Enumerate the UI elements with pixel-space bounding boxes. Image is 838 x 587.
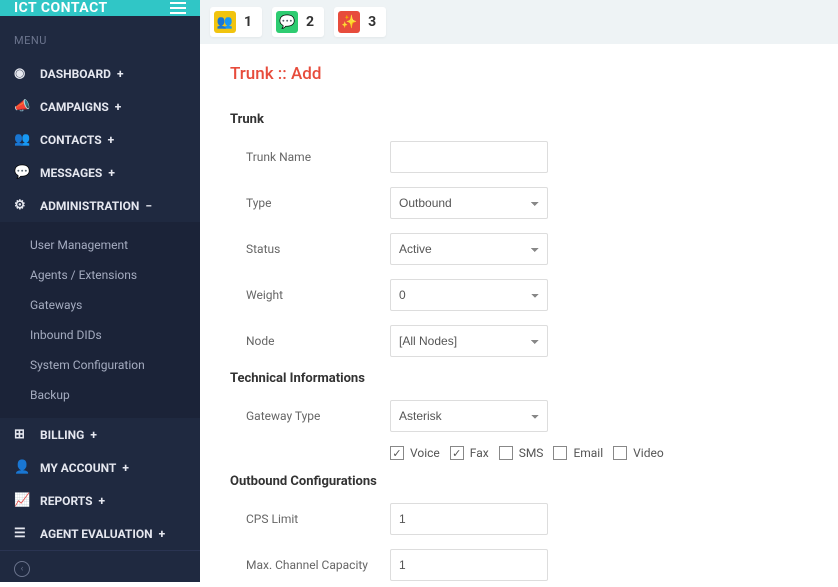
- video-checkbox[interactable]: [613, 446, 627, 460]
- trunk-name-input[interactable]: [390, 141, 548, 173]
- label-gateway-type: Gateway Type: [230, 409, 390, 423]
- wizard-step-1[interactable]: 👥1: [210, 7, 262, 37]
- wizard-step-3[interactable]: ✨3: [334, 7, 386, 37]
- collapse-icon: ‹: [14, 561, 30, 577]
- sub-item-gateways[interactable]: Gateways: [0, 290, 200, 320]
- section-trunk: Trunk: [230, 112, 808, 127]
- label-node: Node: [230, 334, 390, 348]
- label-type: Type: [230, 196, 390, 210]
- brand-title: ICT CONTACT: [14, 0, 108, 16]
- nav-item-dashboard[interactable]: ◉DASHBOARD+: [0, 57, 200, 90]
- billing-icon: ⊞: [14, 427, 32, 442]
- label-cps: CPS Limit: [230, 512, 390, 526]
- section-technical: Technical Informations: [230, 371, 808, 386]
- type-select[interactable]: Outbound: [390, 187, 548, 219]
- brand-bar: ICT CONTACT: [0, 0, 200, 16]
- node-select[interactable]: [All Nodes]: [390, 325, 548, 357]
- reports-icon: 📈: [14, 493, 32, 508]
- topbar: 👥1 💬2 ✨3: [200, 0, 838, 44]
- expand-icon: +: [108, 133, 115, 147]
- expand-icon: −: [145, 199, 152, 213]
- sub-item-agents-extensions[interactable]: Agents / Extensions: [0, 260, 200, 290]
- nav-item-campaigns[interactable]: 📣CAMPAIGNS+: [0, 90, 200, 123]
- status-select[interactable]: Active: [390, 233, 548, 265]
- label-max-channel: Max. Channel Capacity: [230, 558, 390, 572]
- cps-input[interactable]: [390, 503, 548, 535]
- gateway-type-select[interactable]: Asterisk: [390, 400, 548, 432]
- collapse-sidebar[interactable]: ‹: [0, 550, 200, 587]
- wizard-step-2[interactable]: 💬2: [272, 7, 324, 37]
- campaigns-icon: 📣: [14, 99, 32, 114]
- nav-item-messages[interactable]: 💬MESSAGES+: [0, 156, 200, 189]
- hamburger-icon[interactable]: [170, 2, 186, 14]
- messages-icon: 💬: [14, 165, 32, 180]
- expand-icon: +: [90, 428, 97, 442]
- expand-icon: +: [117, 67, 124, 81]
- sub-item-backup[interactable]: Backup: [0, 380, 200, 410]
- expand-icon: +: [108, 166, 115, 180]
- agent evaluation-icon: ☰: [14, 526, 32, 541]
- sidebar: ICT CONTACT MENU ◉DASHBOARD+📣CAMPAIGNS+👥…: [0, 0, 200, 582]
- step-icon: 💬: [276, 11, 298, 33]
- section-outbound: Outbound Configurations: [230, 474, 808, 489]
- dashboard-icon: ◉: [14, 66, 32, 81]
- my account-icon: 👤: [14, 460, 32, 475]
- service-checks: Voice Fax SMS Email Video: [390, 446, 670, 460]
- expand-icon: +: [122, 461, 129, 475]
- expand-icon: +: [99, 494, 106, 508]
- page-title: Trunk :: Add: [230, 64, 808, 84]
- sms-checkbox[interactable]: [499, 446, 513, 460]
- sub-item-user-management[interactable]: User Management: [0, 230, 200, 260]
- content: Trunk :: Add Trunk Trunk Name TypeOutbou…: [200, 44, 838, 582]
- max-channel-input[interactable]: [390, 549, 548, 581]
- menu-label: MENU: [0, 16, 200, 57]
- expand-icon: +: [115, 100, 122, 114]
- label-status: Status: [230, 242, 390, 256]
- sub-item-inbound-dids[interactable]: Inbound DIDs: [0, 320, 200, 350]
- contacts-icon: 👥: [14, 132, 32, 147]
- label-trunk-name: Trunk Name: [230, 150, 390, 164]
- label-weight: Weight: [230, 288, 390, 302]
- administration-icon: ⚙: [14, 198, 32, 213]
- weight-select[interactable]: 0: [390, 279, 548, 311]
- voice-checkbox[interactable]: [390, 446, 404, 460]
- sub-item-system-configuration[interactable]: System Configuration: [0, 350, 200, 380]
- fax-checkbox[interactable]: [450, 446, 464, 460]
- nav-item-administration[interactable]: ⚙ADMINISTRATION−: [0, 189, 200, 222]
- nav-item-my-account[interactable]: 👤MY ACCOUNT+: [0, 451, 200, 484]
- nav-item-contacts[interactable]: 👥CONTACTS+: [0, 123, 200, 156]
- email-checkbox[interactable]: [553, 446, 567, 460]
- step-icon: 👥: [214, 11, 236, 33]
- nav-item-billing[interactable]: ⊞BILLING+: [0, 418, 200, 451]
- nav-item-reports[interactable]: 📈REPORTS+: [0, 484, 200, 517]
- step-icon: ✨: [338, 11, 360, 33]
- expand-icon: +: [159, 527, 166, 541]
- nav-item-agent-evaluation[interactable]: ☰AGENT EVALUATION+: [0, 517, 200, 550]
